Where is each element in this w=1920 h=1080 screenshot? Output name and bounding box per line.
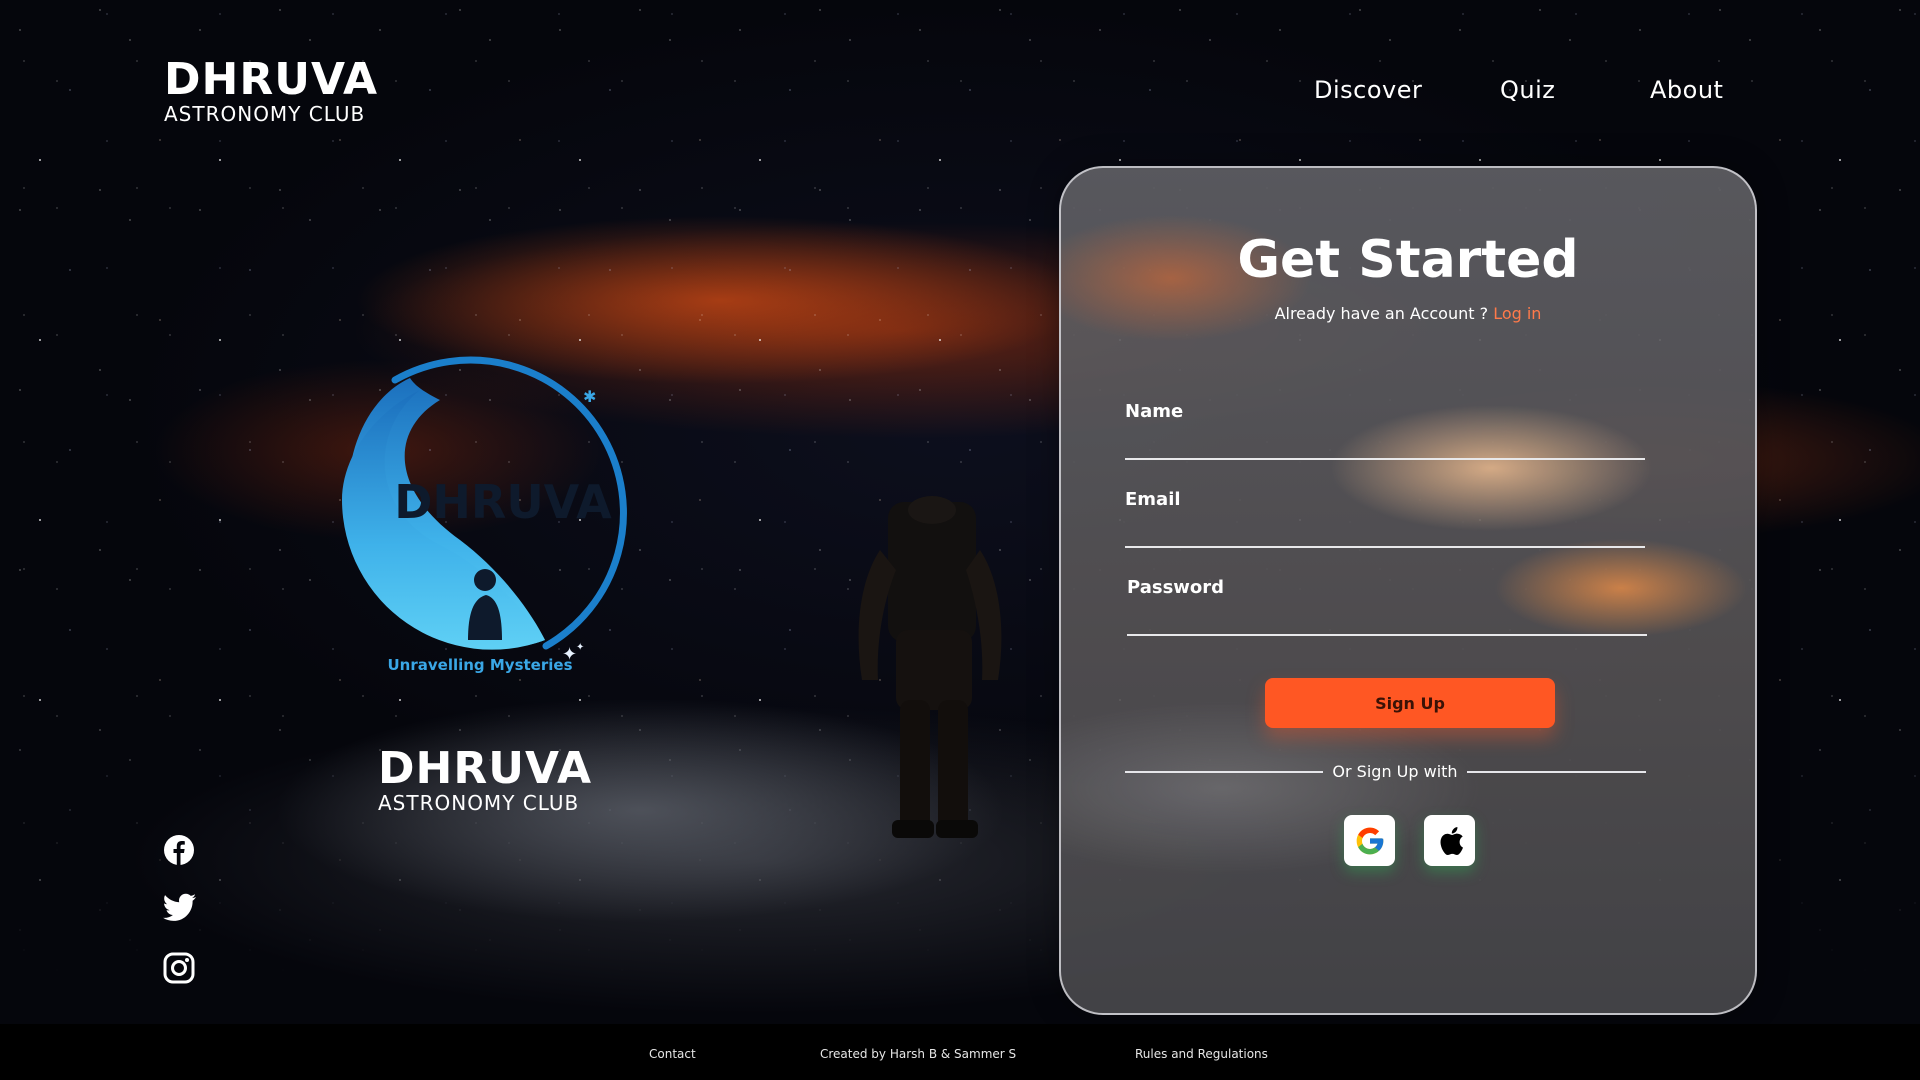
hero-brand: DHRUVA ASTRONOMY CLUB [378,743,593,815]
footer-contact-link[interactable]: Contact [649,1047,696,1061]
nav-quiz[interactable]: Quiz [1500,76,1555,104]
signup-card: Get Started Already have an Account ? Lo… [1059,166,1757,1015]
login-link[interactable]: Log in [1493,304,1541,323]
astronaut-figure [858,496,1002,838]
twitter-icon[interactable] [163,893,196,925]
name-input[interactable] [1125,430,1645,460]
password-label: Password [1127,577,1225,598]
top-nav: Discover Quiz About [0,76,1920,110]
apple-icon [1440,826,1463,855]
divider-line-left [1125,771,1323,773]
password-field: Password [1127,577,1647,636]
divider-line-right [1467,771,1646,773]
apple-signup-button[interactable] [1424,815,1475,866]
club-logo: ✱ ✦ ✦ DHRUVA Unravelling Mysteries [330,340,650,685]
footer-rules-link[interactable]: Rules and Regulations [1135,1047,1268,1061]
logo-tagline: Unravelling Mysteries [387,656,573,674]
logo-wordmark: DHRUVA [394,475,612,529]
name-field: Name [1125,401,1645,460]
facebook-icon[interactable] [163,834,195,866]
hero-brand-title: DHRUVA [378,743,593,794]
email-input[interactable] [1125,518,1645,548]
email-label: Email [1125,489,1181,510]
name-label: Name [1125,401,1184,422]
svg-text:✦: ✦ [576,642,584,653]
footer: Contact Created by Harsh B & Sammer S Ru… [0,1024,1920,1080]
login-prompt-text: Already have an Account ? [1274,304,1489,323]
divider-text: Or Sign Up with [1332,762,1458,781]
nav-about[interactable]: About [1650,76,1723,104]
password-input[interactable] [1127,606,1647,636]
instagram-icon[interactable] [163,952,195,984]
card-title: Get Started [1237,230,1579,290]
oauth-divider: Or Sign Up with [1125,762,1646,782]
login-prompt: Already have an Account ? Log in [1061,304,1755,323]
google-signup-button[interactable] [1344,815,1395,866]
email-field: Email [1125,489,1645,548]
svg-text:✱: ✱ [583,387,596,406]
footer-credits: Created by Harsh B & Sammer S [820,1047,1017,1061]
google-icon [1356,827,1383,854]
hero-brand-subtitle: ASTRONOMY CLUB [378,791,580,815]
sign-up-button[interactable]: Sign Up [1265,678,1555,728]
nav-discover[interactable]: Discover [1314,76,1422,104]
